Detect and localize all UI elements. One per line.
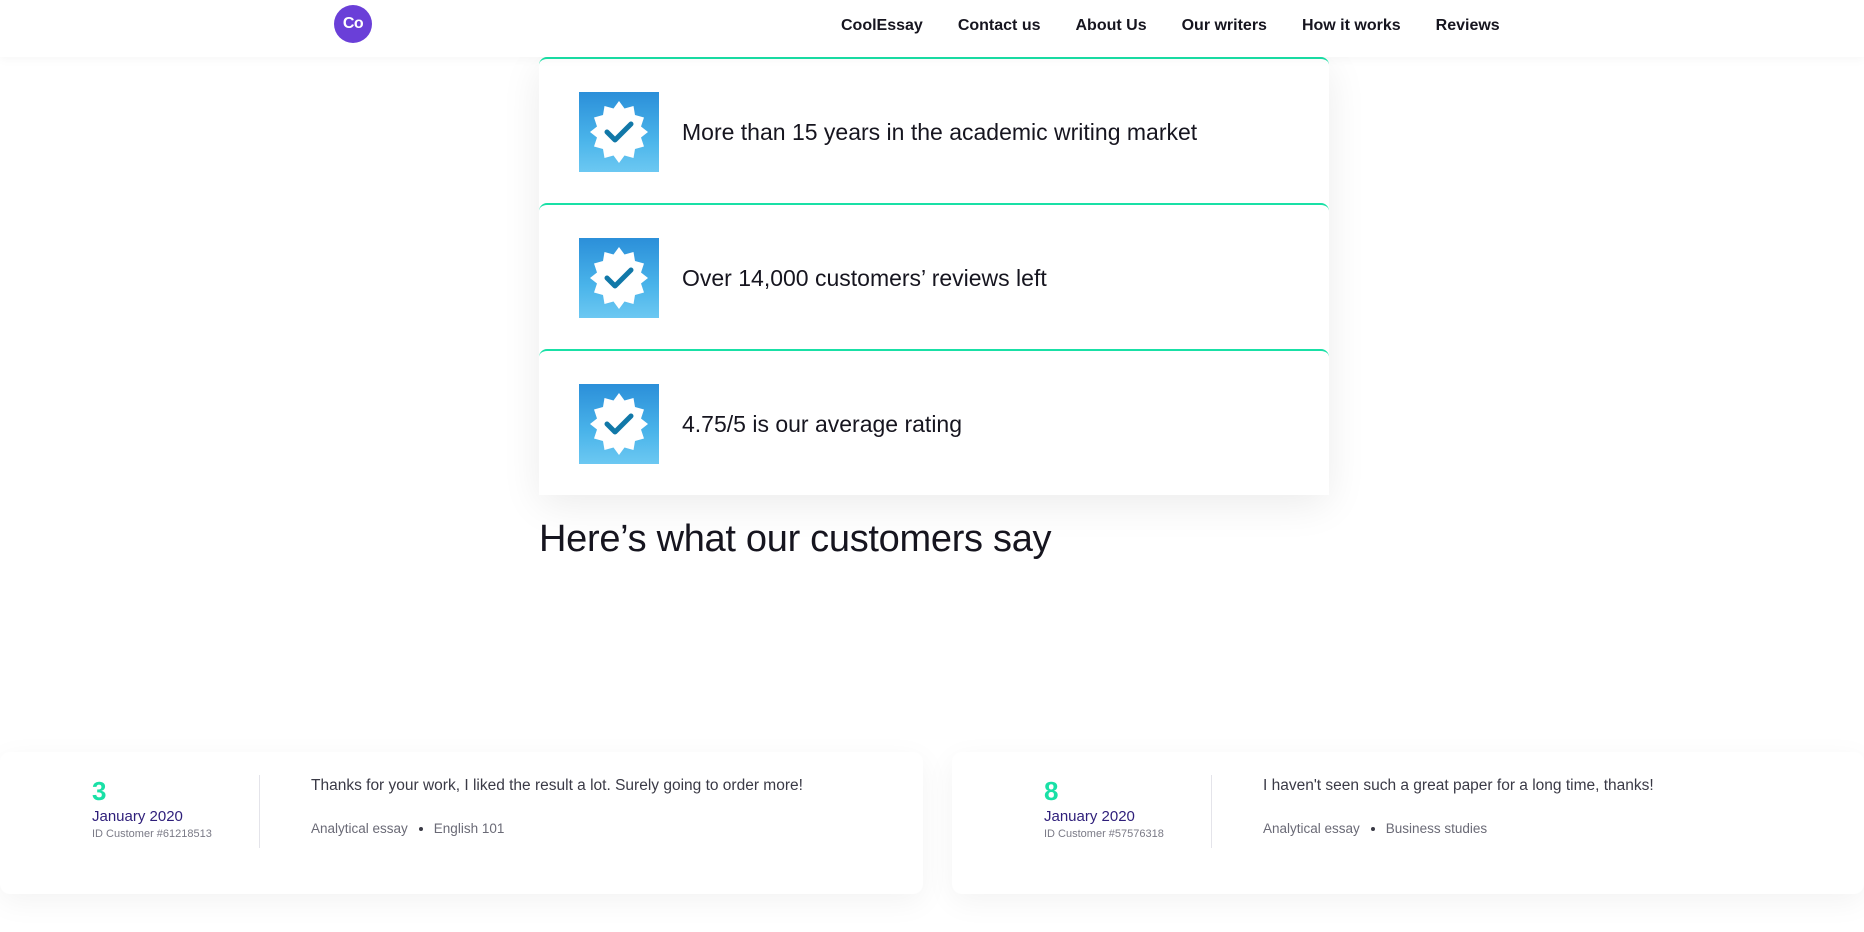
stat-text: 4.75/5 is our average rating	[682, 410, 963, 437]
logo-icon[interactable]: Co	[334, 5, 372, 43]
stat-row: 4.75/5 is our average rating	[539, 349, 1329, 495]
stat-row: Over 14,000 customers’ reviews left	[539, 203, 1329, 349]
stat-text: Over 14,000 customers’ reviews left	[682, 264, 1047, 291]
review-card: 8 January 2020 ID Customer #57576318 I h…	[952, 752, 1864, 894]
review-body: Thanks for your work, I liked the result…	[311, 776, 903, 836]
verified-badge-icon	[579, 384, 659, 464]
nav-item-about-us[interactable]: About Us	[1075, 17, 1146, 35]
review-meta: 8 January 2020 ID Customer #57576318	[1044, 776, 1184, 842]
verified-badge-icon	[579, 238, 659, 318]
customer-id: ID Customer #61218513	[92, 828, 212, 840]
divider	[1211, 775, 1212, 848]
review-body: I haven't seen such a great paper for a …	[1263, 776, 1844, 836]
review-tag: Business studies	[1385, 821, 1488, 836]
review-month: January 2020	[1044, 808, 1135, 825]
divider	[259, 775, 260, 848]
review-meta: 3 January 2020 ID Customer #61218513	[92, 776, 232, 842]
customer-id: ID Customer #57576318	[1044, 828, 1164, 840]
nav-item-how-it-works[interactable]: How it works	[1302, 17, 1401, 35]
review-tag: Analytical essay	[1263, 821, 1360, 836]
review-tags: Analytical essay Business studies	[1263, 821, 1844, 836]
nav-item-coolessay[interactable]: CoolEssay	[841, 17, 923, 35]
nav-item-our-writers[interactable]: Our writers	[1182, 17, 1267, 35]
review-tag: English 101	[433, 821, 505, 836]
nav-item-reviews[interactable]: Reviews	[1436, 17, 1500, 35]
nav-item-contact-us[interactable]: Contact us	[958, 17, 1041, 35]
stats-card: More than 15 years in the academic writi…	[539, 57, 1329, 495]
separator-dot	[1370, 826, 1375, 831]
section-title: Here’s what our customers say	[539, 518, 1052, 560]
review-day: 8	[1044, 776, 1059, 806]
stat-row: More than 15 years in the academic writi…	[539, 57, 1329, 203]
stat-text: More than 15 years in the academic writi…	[682, 118, 1198, 145]
review-text: I haven't seen such a great paper for a …	[1263, 777, 1654, 794]
site-header: Co CoolEssay Contact us About Us Our wri…	[0, 0, 1864, 57]
review-text: Thanks for your work, I liked the result…	[311, 777, 803, 794]
review-tag: Analytical essay	[311, 821, 408, 836]
review-card: 3 January 2020 ID Customer #61218513 Tha…	[0, 752, 923, 894]
verified-badge-icon	[579, 92, 659, 172]
review-tags: Analytical essay English 101	[311, 821, 903, 836]
review-month: January 2020	[92, 808, 183, 825]
review-day: 3	[92, 776, 107, 806]
separator-dot	[418, 826, 423, 831]
main-nav: CoolEssay Contact us About Us Our writer…	[841, 0, 1500, 52]
